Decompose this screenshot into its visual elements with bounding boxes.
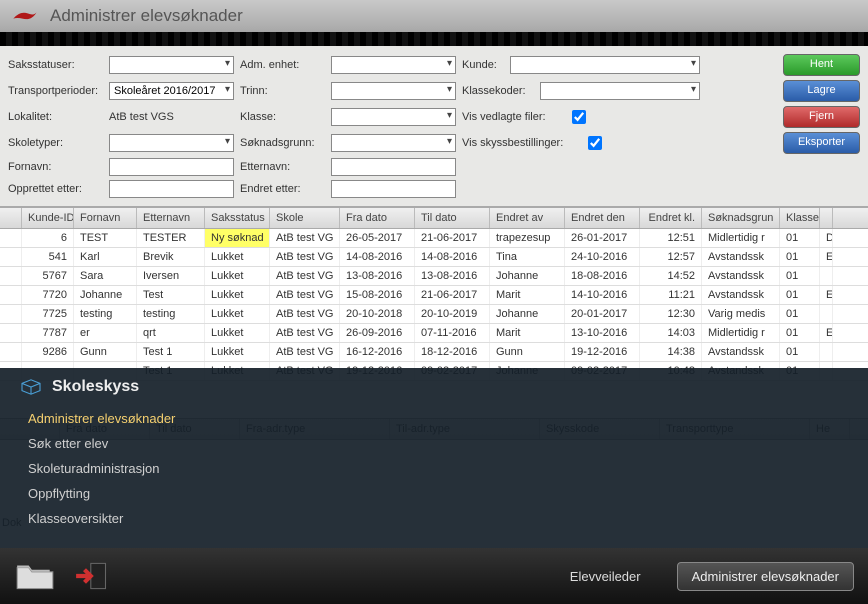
col-endret-den[interactable]: Endret den: [565, 208, 640, 228]
administrer-button[interactable]: Administrer elevsøknader: [677, 562, 854, 591]
label-vis-skyss: Vis skyssbestillinger:: [462, 137, 578, 149]
col-saksstatus[interactable]: Saksstatus: [205, 208, 270, 228]
hent-button[interactable]: Hent: [783, 54, 860, 76]
page-title: Administrer elevsøknader: [50, 6, 243, 26]
col-etternavn[interactable]: Etternavn: [137, 208, 205, 228]
nav-overlay: Skoleskyss Administrer elevsøknaderSøk e…: [0, 368, 868, 558]
label-etternavn: Etternavn:: [240, 161, 325, 173]
label-endret-etter: Endret etter:: [240, 183, 325, 195]
elevveileder-link[interactable]: Elevveileder: [570, 569, 641, 584]
label-skoletyper: Skoletyper:: [8, 137, 103, 149]
table-row[interactable]: 541KarlBrevikLukketAtB test VG14-08-2016…: [0, 248, 868, 267]
select-soknadsgrunn[interactable]: [331, 134, 456, 152]
table-row[interactable]: 7725testingtestingLukketAtB test VG20-10…: [0, 305, 868, 324]
label-soknadsgrunn: Søknadsgrunn:: [240, 137, 325, 149]
col-endret-kl[interactable]: Endret kl.: [640, 208, 702, 228]
col-skole[interactable]: Skole: [270, 208, 340, 228]
select-klassekoder[interactable]: [540, 82, 700, 100]
eksporter-button[interactable]: Eksporter: [783, 132, 860, 154]
select-transportperioder[interactable]: [109, 82, 234, 100]
col-fra-dato[interactable]: Fra dato: [340, 208, 415, 228]
main-grid: Kunde-ID Fornavn Etternavn Saksstatus Sk…: [0, 207, 868, 381]
input-etternavn[interactable]: [331, 158, 456, 176]
nav-item[interactable]: Administrer elevsøknader: [28, 406, 868, 431]
input-opprettet-etter[interactable]: [109, 180, 234, 198]
lagre-button[interactable]: Lagre: [783, 80, 860, 102]
checkbox-vis-vedlagte[interactable]: [572, 110, 586, 124]
label-vis-vedlagte: Vis vedlagte filer:: [462, 111, 562, 123]
label-klassekoder: Klassekoder:: [462, 85, 534, 97]
cube-icon: [20, 378, 42, 396]
value-lokalitet: AtB test VGS: [109, 111, 234, 123]
input-fornavn[interactable]: [109, 158, 234, 176]
label-saksstatuser: Saksstatuser:: [8, 59, 103, 71]
fjern-button[interactable]: Fjern: [783, 106, 860, 128]
select-trinn[interactable]: [331, 82, 456, 100]
col-til-dato[interactable]: Til dato: [415, 208, 490, 228]
table-row[interactable]: 9286GunnTest 1LukketAtB test VG16-12-201…: [0, 343, 868, 362]
label-adm-enhet: Adm. enhet:: [240, 59, 325, 71]
label-opprettet-etter: Opprettet etter:: [8, 183, 103, 195]
col-fornavn[interactable]: Fornavn: [74, 208, 137, 228]
select-klasse[interactable]: [331, 108, 456, 126]
label-transportperioder: Transportperioder:: [8, 85, 103, 97]
nav-item[interactable]: Søk etter elev: [28, 431, 868, 456]
filter-panel: Saksstatuser: Adm. enhet: Kunde: Hent Tr…: [0, 46, 868, 207]
col-klasse[interactable]: Klasse: [780, 208, 820, 228]
exit-icon[interactable]: [74, 559, 116, 593]
label-kunde: Kunde:: [462, 59, 504, 71]
select-skoletyper[interactable]: [109, 134, 234, 152]
nav-item[interactable]: Klasseoversikter: [28, 506, 868, 531]
checkbox-vis-skyss[interactable]: [588, 136, 602, 150]
label-lokalitet: Lokalitet:: [8, 111, 103, 123]
grid-header: Kunde-ID Fornavn Etternavn Saksstatus Sk…: [0, 207, 868, 229]
folder-icon[interactable]: [14, 559, 56, 593]
col-endret-av[interactable]: Endret av: [490, 208, 565, 228]
select-kunde[interactable]: [510, 56, 700, 74]
logo-icon: [12, 8, 38, 24]
nav-item[interactable]: Oppflytting: [28, 481, 868, 506]
table-row[interactable]: 6TESTTESTERNy søknadAtB test VG26-05-201…: [0, 229, 868, 248]
label-klasse: Klasse:: [240, 111, 325, 123]
col-soknadsgrunn[interactable]: Søknadsgrun: [702, 208, 780, 228]
decor-bar: [0, 32, 868, 46]
table-row[interactable]: 5767SaraIversenLukketAtB test VG13-08-20…: [0, 267, 868, 286]
nav-item[interactable]: Skoleturadministrasjon: [28, 456, 868, 481]
table-row[interactable]: 7787erqrtLukketAtB test VG26-09-201607-1…: [0, 324, 868, 343]
input-endret-etter[interactable]: [331, 180, 456, 198]
bottom-bar: Elevveileder Administrer elevsøknader: [0, 548, 868, 604]
label-trinn: Trinn:: [240, 85, 325, 97]
select-saksstatuser[interactable]: [109, 56, 234, 74]
table-row[interactable]: 7720JohanneTestLukketAtB test VG15-08-20…: [0, 286, 868, 305]
select-adm-enhet[interactable]: [331, 56, 456, 74]
col-kunde-id[interactable]: Kunde-ID: [22, 208, 74, 228]
overlay-title: Skoleskyss: [52, 378, 139, 396]
titlebar: Administrer elevsøknader: [0, 0, 868, 32]
label-fornavn: Fornavn:: [8, 161, 103, 173]
